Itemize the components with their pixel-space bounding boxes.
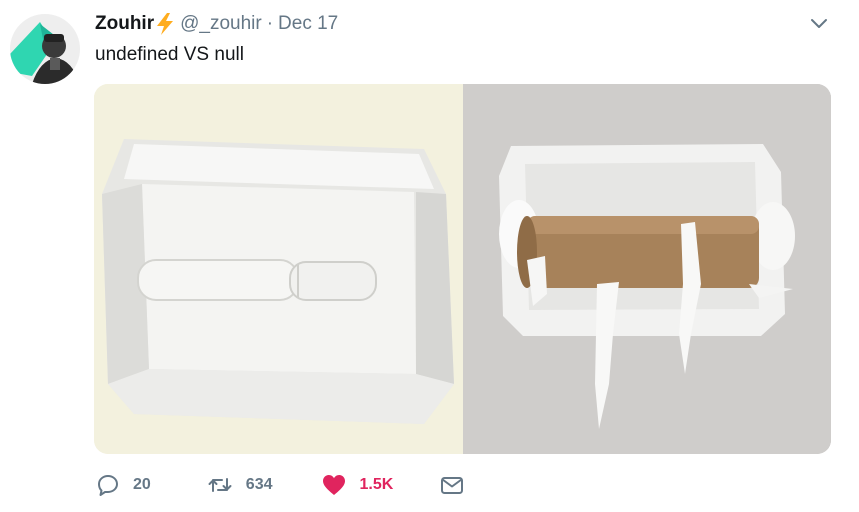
retweet-button[interactable]: 634 [207, 473, 273, 497]
retweet-count: 634 [245, 476, 273, 493]
media-photo-empty-roll[interactable] [463, 84, 831, 454]
chevron-down-icon[interactable] [809, 14, 829, 34]
tweet-text: undefined VS null [95, 44, 244, 65]
reply-count: 20 [133, 476, 151, 493]
envelope-icon [439, 473, 465, 497]
tweet-date[interactable]: Dec 17 [278, 12, 338, 36]
media-photo-empty-holder[interactable] [94, 84, 463, 454]
tweet: Zouhir @_zouhir · Dec 17 undefined VS nu… [0, 0, 859, 512]
like-count: 1.5K [359, 476, 394, 493]
avatar[interactable] [10, 14, 80, 84]
tweet-header: Zouhir @_zouhir · Dec 17 [95, 12, 338, 36]
author-name[interactable]: Zouhir [95, 12, 154, 36]
tweet-media [94, 84, 831, 454]
header-separator: · [266, 13, 274, 34]
speech-bubble-icon [96, 473, 120, 497]
action-bar: 20 634 1.5K [96, 472, 465, 498]
author-handle[interactable]: @_zouhir [180, 12, 262, 36]
reply-button[interactable]: 20 [96, 473, 151, 497]
like-button[interactable]: 1.5K [321, 473, 394, 497]
lightning-bolt-icon [155, 13, 175, 35]
direct-message-button[interactable] [439, 473, 465, 497]
retweet-arrows-icon [207, 473, 233, 497]
heart-icon [321, 473, 347, 497]
